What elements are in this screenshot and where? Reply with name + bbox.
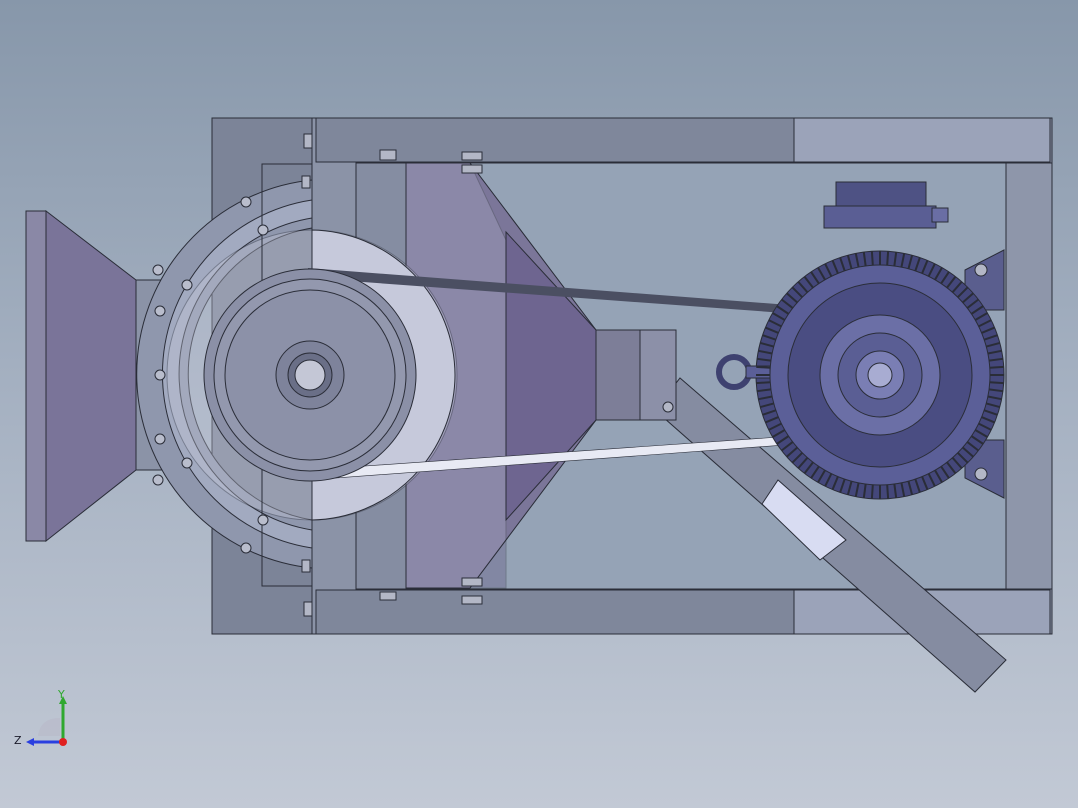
y-axis-label: Y	[57, 688, 65, 701]
motor-fin	[886, 484, 890, 499]
z-axis-arrow	[26, 738, 34, 746]
coordinate-triad: Y Z	[14, 688, 67, 747]
motor-fin	[756, 365, 771, 369]
motor-fin	[870, 251, 874, 266]
motor-fin	[989, 365, 1004, 369]
motor-fin	[989, 381, 1004, 385]
driven-pulley	[203, 268, 417, 482]
cad-viewport[interactable]: Y Z	[0, 0, 1078, 808]
motor-fin	[756, 381, 771, 385]
motor-fin	[870, 484, 874, 499]
assembly-drawing[interactable]	[0, 0, 1078, 808]
x-axis-dot	[59, 738, 67, 746]
z-axis-label: Z	[14, 734, 22, 747]
motor-fin	[886, 251, 890, 266]
